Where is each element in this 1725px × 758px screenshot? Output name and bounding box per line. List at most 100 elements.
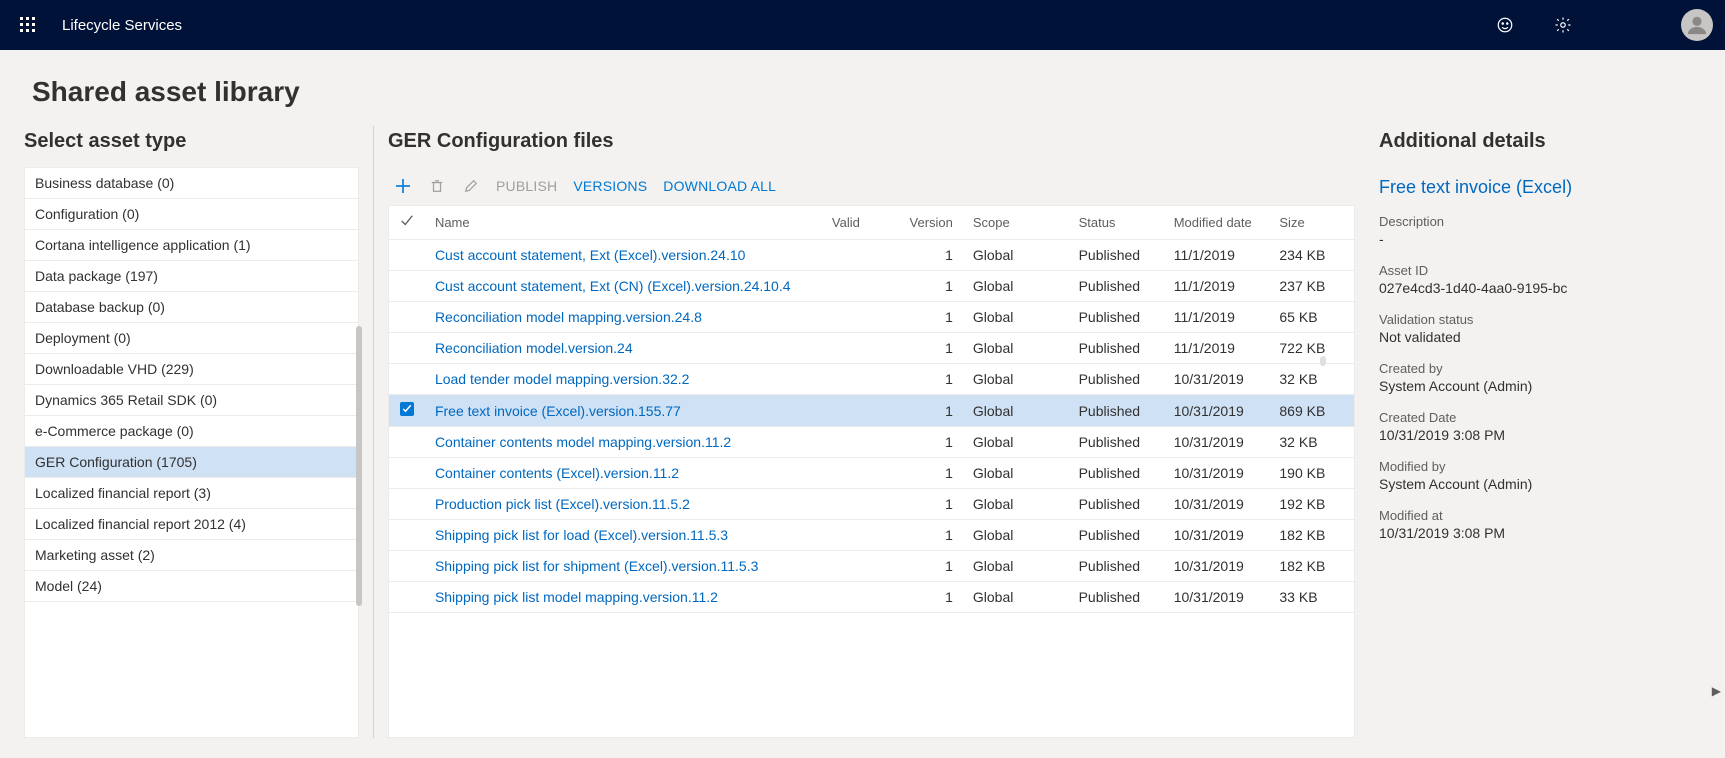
col-valid[interactable]: Valid [822,206,896,240]
cell-scope: Global [963,364,1069,395]
file-name-link[interactable]: Shipping pick list model mapping.version… [435,589,718,605]
file-name-link[interactable]: Load tender model mapping.version.32.2 [435,371,690,387]
cell-version: 1 [896,458,963,489]
files-table-wrap[interactable]: Name Valid Version Scope Status Modified… [388,205,1355,738]
asset-type-item[interactable]: Model (24) [25,571,358,602]
row-checkbox[interactable] [389,240,425,271]
detail-value: 10/31/2019 3:08 PM [1379,525,1701,541]
row-checkbox[interactable] [389,520,425,551]
row-checkbox[interactable] [389,427,425,458]
cell-scope: Global [963,551,1069,582]
avatar[interactable] [1681,9,1713,41]
cell-valid [822,520,896,551]
asset-type-item[interactable]: Database backup (0) [25,292,358,323]
col-version[interactable]: Version [896,206,963,240]
row-checkbox[interactable] [389,364,425,395]
cell-modified: 10/31/2019 [1164,582,1270,613]
cell-valid [822,240,896,271]
file-name-link[interactable]: Cust account statement, Ext (CN) (Excel)… [435,278,791,294]
asset-type-item[interactable]: Marketing asset (2) [25,540,358,571]
file-name-link[interactable]: Shipping pick list for load (Excel).vers… [435,527,728,543]
table-row[interactable]: Shipping pick list for load (Excel).vers… [389,520,1354,551]
asset-type-item[interactable]: Configuration (0) [25,199,358,230]
asset-type-item[interactable]: e-Commerce package (0) [25,416,358,447]
table-row[interactable]: Production pick list (Excel).version.11.… [389,489,1354,520]
brand-label[interactable]: Lifecycle Services [62,17,182,34]
asset-type-item[interactable]: Localized financial report 2012 (4) [25,509,358,540]
settings-icon[interactable] [1543,5,1583,45]
file-name-link[interactable]: Container contents (Excel).version.11.2 [435,465,679,481]
asset-type-list[interactable]: Business database (0)Configuration (0)Co… [24,167,359,738]
file-name-link[interactable]: Production pick list (Excel).version.11.… [435,496,690,512]
table-row[interactable]: Container contents (Excel).version.11.2 1… [389,458,1354,489]
cell-status: Published [1069,271,1164,302]
table-row[interactable]: Shipping pick list model mapping.version… [389,582,1354,613]
row-checkbox[interactable] [389,458,425,489]
details-asset-link[interactable]: Free text invoice (Excel) [1379,167,1701,214]
resize-handle[interactable] [1320,356,1326,366]
file-name-link[interactable]: Reconciliation model.version.24 [435,340,633,356]
detail-field: Description- [1379,214,1701,247]
table-row[interactable]: Container contents model mapping.version… [389,427,1354,458]
asset-type-item[interactable]: Cortana intelligence application (1) [25,230,358,261]
cell-status: Published [1069,302,1164,333]
table-row[interactable]: Cust account statement, Ext (Excel).vers… [389,240,1354,271]
select-all-checkbox[interactable] [389,206,425,240]
detail-field: Asset ID 027e4cd3-1d40-4aa0-9195-bc [1379,263,1701,296]
cell-valid [822,364,896,395]
asset-type-item[interactable]: Dynamics 365 Retail SDK (0) [25,385,358,416]
file-name-link[interactable]: Shipping pick list for shipment (Excel).… [435,558,758,574]
publish-button: PUBLISH [496,178,557,194]
file-name-link[interactable]: Cust account statement, Ext (Excel).vers… [435,247,745,263]
cell-version: 1 [896,333,963,364]
row-checkbox[interactable] [389,489,425,520]
col-status[interactable]: Status [1069,206,1164,240]
cell-valid [822,489,896,520]
cell-version: 1 [896,582,963,613]
page-hscroll[interactable] [0,738,1725,758]
col-size[interactable]: Size [1269,206,1354,240]
table-row[interactable]: Shipping pick list for shipment (Excel).… [389,551,1354,582]
versions-button[interactable]: VERSIONS [573,178,647,194]
row-checkbox[interactable] [389,333,425,364]
asset-type-item[interactable]: Downloadable VHD (229) [25,354,358,385]
table-row[interactable]: Reconciliation model mapping.version.24.… [389,302,1354,333]
file-name-link[interactable]: Container contents model mapping.version… [435,434,731,450]
asset-type-item[interactable]: Deployment (0) [25,323,358,354]
table-row[interactable]: Load tender model mapping.version.32.21G… [389,364,1354,395]
row-checkbox[interactable] [389,582,425,613]
row-checkbox[interactable] [389,302,425,333]
cell-version: 1 [896,271,963,302]
asset-type-item[interactable]: Data package (197) [25,261,358,292]
download-all-button[interactable]: DOWNLOAD ALL [663,178,776,194]
detail-label: Asset ID [1379,263,1701,278]
cell-valid [822,551,896,582]
file-name-link[interactable]: Free text invoice (Excel).version.155.77 [435,403,681,419]
asset-type-panel: Select asset type Business database (0)C… [24,126,359,738]
detail-value: 027e4cd3-1d40-4aa0-9195-bc [1379,280,1701,296]
row-checkbox[interactable] [389,395,425,427]
col-name[interactable]: Name [425,206,822,240]
table-row[interactable]: Cust account statement, Ext (CN) (Excel)… [389,271,1354,302]
cell-version: 1 [896,489,963,520]
cell-valid [822,458,896,489]
col-modified[interactable]: Modified date [1164,206,1270,240]
add-icon[interactable] [394,177,412,195]
sidebar-scrollbar[interactable] [356,326,362,606]
file-name-link[interactable]: Reconciliation model mapping.version.24.… [435,309,702,325]
col-scope[interactable]: Scope [963,206,1069,240]
cell-scope: Global [963,240,1069,271]
asset-type-item[interactable]: Localized financial report (3) [25,478,358,509]
row-checkbox[interactable] [389,551,425,582]
table-row[interactable]: Reconciliation model.version.241GlobalPu… [389,333,1354,364]
cell-status: Published [1069,458,1164,489]
details-scroll-right-icon[interactable]: ▶ [1712,684,1721,698]
table-row[interactable]: Free text invoice (Excel).version.155.77… [389,395,1354,427]
row-checkbox[interactable] [389,271,425,302]
cell-version: 1 [896,302,963,333]
feedback-icon[interactable] [1485,5,1525,45]
asset-type-item[interactable]: GER Configuration (1705) [25,447,358,478]
asset-type-item[interactable]: Business database (0) [25,168,358,199]
detail-value: System Account (Admin) [1379,378,1701,394]
app-launcher-icon[interactable] [12,9,44,41]
